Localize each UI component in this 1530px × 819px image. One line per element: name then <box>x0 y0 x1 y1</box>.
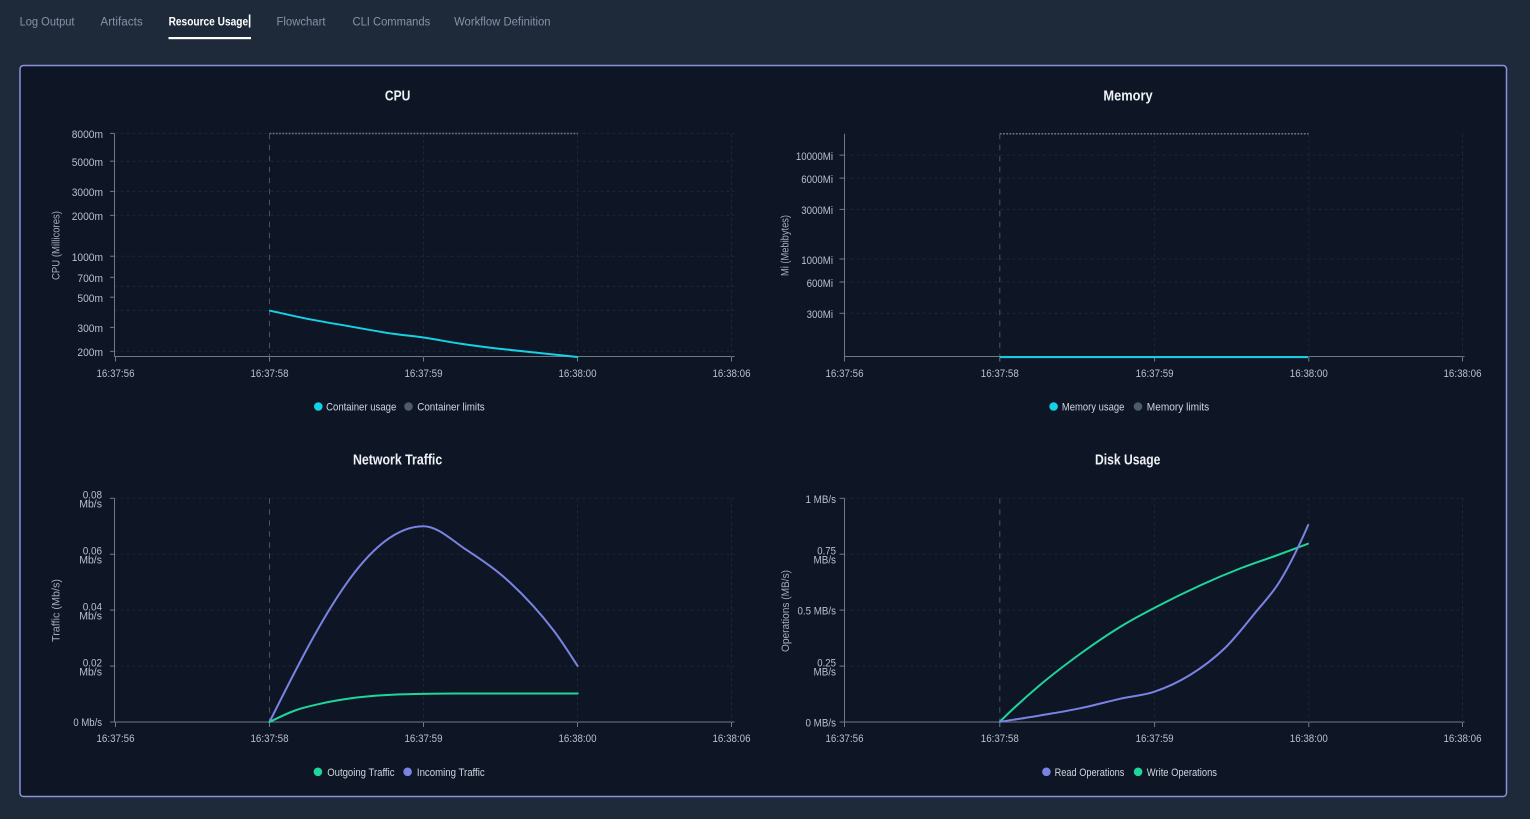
svg-text:16:38:06: 16:38:06 <box>713 733 751 745</box>
svg-text:2000m: 2000m <box>72 211 103 223</box>
svg-text:1000m: 1000m <box>72 252 103 264</box>
svg-text:16:37:56: 16:37:56 <box>97 733 135 745</box>
svg-text:16:38:00: 16:38:00 <box>1290 733 1328 745</box>
svg-text:Outgoing Traffic: Outgoing Traffic <box>327 767 395 779</box>
svg-text:Write Operations: Write Operations <box>1147 767 1218 779</box>
svg-text:600Mi: 600Mi <box>807 278 833 290</box>
svg-text:Resource Usage: Resource Usage <box>169 16 249 28</box>
svg-text:0.5 MB/s: 0.5 MB/s <box>798 606 837 618</box>
svg-text:16:38:06: 16:38:06 <box>1444 733 1482 745</box>
svg-text:16:37:58: 16:37:58 <box>981 368 1019 380</box>
svg-text:Log Output: Log Output <box>20 16 76 28</box>
svg-text:16:37:56: 16:37:56 <box>826 733 864 745</box>
svg-text:200m: 200m <box>77 347 103 359</box>
svg-text:Workflow Definition: Workflow Definition <box>454 16 550 28</box>
svg-text:16:37:58: 16:37:58 <box>251 733 289 745</box>
svg-text:Mb/s: Mb/s <box>79 666 102 678</box>
svg-text:16:38:00: 16:38:00 <box>1290 368 1328 380</box>
svg-text:Memory limits: Memory limits <box>1147 402 1210 414</box>
svg-text:16:37:59: 16:37:59 <box>1136 733 1174 745</box>
svg-text:Mi (Mebibytes): Mi (Mebibytes) <box>780 215 792 276</box>
svg-text:Traffic (Mb/s): Traffic (Mb/s) <box>51 579 63 642</box>
svg-text:Container limits: Container limits <box>417 402 485 414</box>
svg-text:500m: 500m <box>77 293 103 305</box>
svg-text:0 Mb/s: 0 Mb/s <box>73 717 102 729</box>
svg-text:Memory: Memory <box>1103 88 1152 104</box>
svg-text:3000Mi: 3000Mi <box>801 205 833 217</box>
svg-text:Flowchart: Flowchart <box>277 16 327 28</box>
svg-text:Network Traffic: Network Traffic <box>353 453 442 469</box>
svg-text:10000Mi: 10000Mi <box>796 151 833 163</box>
svg-text:MB/s: MB/s <box>814 666 837 678</box>
svg-text:Operations (MB/s): Operations (MB/s) <box>780 570 792 652</box>
svg-text:16:38:00: 16:38:00 <box>559 733 597 745</box>
svg-text:16:38:06: 16:38:06 <box>1444 368 1482 380</box>
svg-text:1 MB/s: 1 MB/s <box>806 494 837 506</box>
svg-text:MB/s: MB/s <box>814 554 837 566</box>
svg-text:6000Mi: 6000Mi <box>801 174 833 186</box>
svg-text:0 MB/s: 0 MB/s <box>806 718 837 730</box>
svg-text:300m: 300m <box>77 323 103 335</box>
svg-text:16:37:59: 16:37:59 <box>1136 368 1174 380</box>
svg-text:Mb/s: Mb/s <box>79 499 102 511</box>
svg-text:16:37:58: 16:37:58 <box>251 368 289 380</box>
svg-text:16:37:58: 16:37:58 <box>981 733 1019 745</box>
svg-text:3000m: 3000m <box>72 187 103 199</box>
svg-text:1000Mi: 1000Mi <box>801 255 833 267</box>
svg-text:300Mi: 300Mi <box>807 309 833 321</box>
svg-text:Read Operations: Read Operations <box>1055 767 1125 779</box>
svg-text:16:37:59: 16:37:59 <box>405 733 443 745</box>
svg-text:16:37:56: 16:37:56 <box>97 368 135 380</box>
svg-text:16:37:59: 16:37:59 <box>405 368 443 380</box>
svg-text:Mb/s: Mb/s <box>79 610 102 622</box>
svg-text:16:37:56: 16:37:56 <box>826 368 864 380</box>
svg-text:16:38:06: 16:38:06 <box>713 368 751 380</box>
svg-text:8000m: 8000m <box>72 129 103 141</box>
svg-text:5000m: 5000m <box>72 157 103 169</box>
svg-text:CPU (Millicores): CPU (Millicores) <box>51 211 63 280</box>
svg-text:Mb/s: Mb/s <box>79 554 102 566</box>
svg-text:Disk Usage: Disk Usage <box>1095 453 1160 469</box>
svg-text:CPU: CPU <box>385 88 411 104</box>
svg-text:Artifacts: Artifacts <box>100 16 143 28</box>
svg-text:CLI Commands: CLI Commands <box>353 16 431 28</box>
svg-text:Memory usage: Memory usage <box>1062 402 1125 414</box>
svg-text:16:38:00: 16:38:00 <box>559 368 597 380</box>
svg-text:700m: 700m <box>77 273 103 285</box>
svg-text:Incoming Traffic: Incoming Traffic <box>417 767 485 779</box>
svg-text:Container usage: Container usage <box>326 402 396 414</box>
